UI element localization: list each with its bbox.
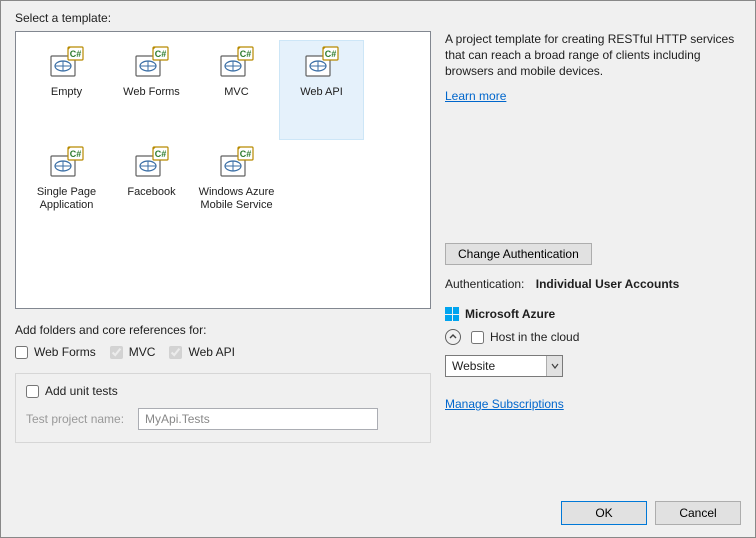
template-mvc[interactable]: C# MVC (194, 40, 279, 140)
azure-title-row: Microsoft Azure (445, 307, 741, 321)
core-ref-mvc-checkbox (110, 346, 123, 359)
test-project-row: Test project name: (26, 408, 420, 430)
test-project-name-label: Test project name: (26, 412, 124, 426)
csharp-project-icon: C# (49, 46, 85, 80)
azure-type-value: Website (452, 359, 495, 373)
core-ref-webforms-checkbox[interactable] (15, 346, 28, 359)
csharp-project-icon: C# (49, 146, 85, 180)
template-label: Facebook (112, 186, 192, 199)
auth-value: Individual User Accounts (536, 277, 680, 291)
svg-text:C#: C# (69, 149, 81, 159)
template-grid: C# Empty C# Web Forms C# MVC C# Web API (24, 40, 422, 240)
template-label: Web Forms (112, 86, 192, 99)
auth-block: Change Authentication Authentication: In… (445, 243, 741, 291)
svg-text:C#: C# (239, 149, 251, 159)
windows-icon (445, 307, 459, 321)
change-authentication-button[interactable]: Change Authentication (445, 243, 592, 265)
chevron-up-icon (449, 333, 457, 341)
core-refs-row: Web Forms MVC Web API (15, 345, 431, 359)
svg-text:C#: C# (154, 49, 166, 59)
svg-text:C#: C# (154, 149, 166, 159)
core-refs-label: Add folders and core references for: (15, 323, 431, 337)
core-ref-webapi-label: Web API (188, 345, 234, 359)
right-column: A project template for creating RESTful … (445, 11, 741, 485)
template-wams[interactable]: C# Windows Azure Mobile Service (194, 140, 279, 240)
template-label: Single Page Application (27, 186, 107, 212)
template-label: MVC (197, 86, 277, 99)
auth-label: Authentication: (445, 277, 524, 291)
csharp-project-icon: C# (304, 46, 340, 80)
cancel-button[interactable]: Cancel (655, 501, 741, 525)
svg-text:C#: C# (239, 49, 251, 59)
template-webforms[interactable]: C# Web Forms (109, 40, 194, 140)
template-label: Windows Azure Mobile Service (197, 186, 277, 212)
host-in-cloud-label: Host in the cloud (490, 330, 579, 344)
select-template-label: Select a template: (15, 11, 431, 25)
csharp-project-icon: C# (219, 146, 255, 180)
template-webapi[interactable]: C# Web API (279, 40, 364, 140)
csharp-project-icon: C# (134, 46, 170, 80)
core-ref-webapi-checkbox (169, 346, 182, 359)
azure-type-combo[interactable]: Website (445, 355, 563, 377)
left-column: Select a template: C# Empty C# Web Forms (15, 11, 431, 485)
host-in-cloud-row: Host in the cloud (445, 329, 741, 345)
template-description: A project template for creating RESTful … (445, 31, 741, 79)
new-project-dialog: Select a template: C# Empty C# Web Forms (0, 0, 756, 538)
chevron-down-icon (546, 356, 562, 376)
csharp-project-icon: C# (219, 46, 255, 80)
core-ref-mvc-label: MVC (129, 345, 156, 359)
template-label: Empty (27, 86, 107, 99)
manage-subscriptions-link[interactable]: Manage Subscriptions (445, 397, 564, 411)
host-in-cloud[interactable]: Host in the cloud (471, 330, 579, 344)
template-label: Web API (282, 86, 362, 99)
add-unit-tests-checkbox[interactable] (26, 385, 39, 398)
svg-text:C#: C# (324, 49, 336, 59)
learn-more-link[interactable]: Learn more (445, 89, 741, 103)
template-facebook[interactable]: C# Facebook (109, 140, 194, 240)
template-list[interactable]: C# Empty C# Web Forms C# MVC C# Web API (15, 31, 431, 309)
add-unit-tests-label: Add unit tests (45, 384, 118, 398)
dialog-footer: OK Cancel (15, 485, 741, 525)
core-refs-section: Add folders and core references for: Web… (15, 323, 431, 443)
main-row: Select a template: C# Empty C# Web Forms (15, 11, 741, 485)
host-in-cloud-checkbox[interactable] (471, 331, 484, 344)
template-spa[interactable]: C# Single Page Application (24, 140, 109, 240)
add-unit-tests[interactable]: Add unit tests (26, 384, 420, 398)
core-ref-webapi: Web API (169, 345, 234, 359)
azure-block: Microsoft Azure Host in the cloud Websit… (445, 307, 741, 411)
collapse-toggle[interactable] (445, 329, 461, 345)
csharp-project-icon: C# (134, 146, 170, 180)
template-empty[interactable]: C# Empty (24, 40, 109, 140)
azure-title: Microsoft Azure (465, 307, 555, 321)
core-ref-mvc: MVC (110, 345, 156, 359)
auth-status-row: Authentication: Individual User Accounts (445, 277, 741, 291)
core-ref-webforms[interactable]: Web Forms (15, 345, 96, 359)
svg-text:C#: C# (69, 49, 81, 59)
test-project-name-input (138, 408, 378, 430)
unit-tests-group: Add unit tests Test project name: (15, 373, 431, 443)
core-ref-webforms-label: Web Forms (34, 345, 96, 359)
ok-button[interactable]: OK (561, 501, 647, 525)
